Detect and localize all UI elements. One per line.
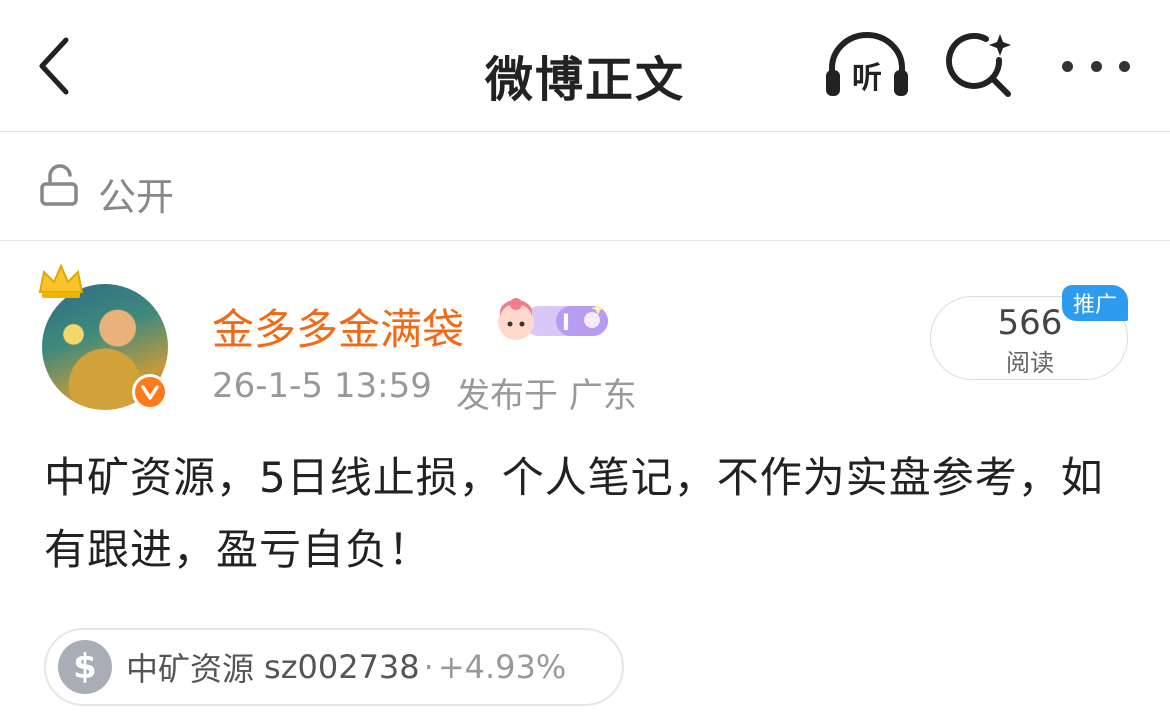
stock-chip[interactable]: $ 中矿资源 sz002738 · +4.93%	[44, 628, 624, 706]
privacy-label: 公开	[98, 175, 175, 219]
stock-separator: ·	[423, 648, 434, 686]
dollar-icon: $	[58, 640, 112, 694]
crown-icon	[38, 263, 84, 298]
more-dot-icon	[1062, 60, 1073, 72]
more-dot-icon	[1119, 60, 1130, 72]
stock-change: +4.93%	[437, 648, 567, 686]
post-content: 中矿资源，5日线止损，个人笔记，不作为实盘参考，如有跟进，盈亏自负！	[44, 453, 1104, 574]
headphones-listen-icon: 听	[826, 32, 908, 96]
promote-tag[interactable]: 推广	[1062, 285, 1128, 321]
author-name[interactable]: 金多多金满袋	[212, 296, 464, 357]
post-time: 26-1-5 13:59	[212, 366, 432, 406]
user-badge-icon[interactable]: I	[494, 298, 612, 342]
stock-code: sz002738	[264, 648, 420, 686]
search-button[interactable]	[944, 30, 1018, 104]
verified-v-icon	[141, 385, 159, 400]
post-location: 发布于 广东	[456, 376, 637, 416]
svg-text:I: I	[562, 311, 570, 336]
author-avatar[interactable]	[36, 262, 176, 412]
privacy-row	[0, 133, 1170, 241]
stock-name: 中矿资源	[126, 650, 255, 688]
listen-button[interactable]: 听	[822, 30, 912, 100]
lock-open-icon	[40, 164, 78, 206]
more-dot-icon	[1090, 60, 1102, 72]
more-button[interactable]	[1058, 40, 1134, 92]
verified-badge	[132, 374, 168, 410]
top-navigation-bar: 微博正文 听	[0, 0, 1170, 132]
listen-label: 听	[852, 61, 882, 96]
read-label: 阅读	[1006, 349, 1054, 377]
search-sparkle-icon	[946, 32, 1011, 97]
